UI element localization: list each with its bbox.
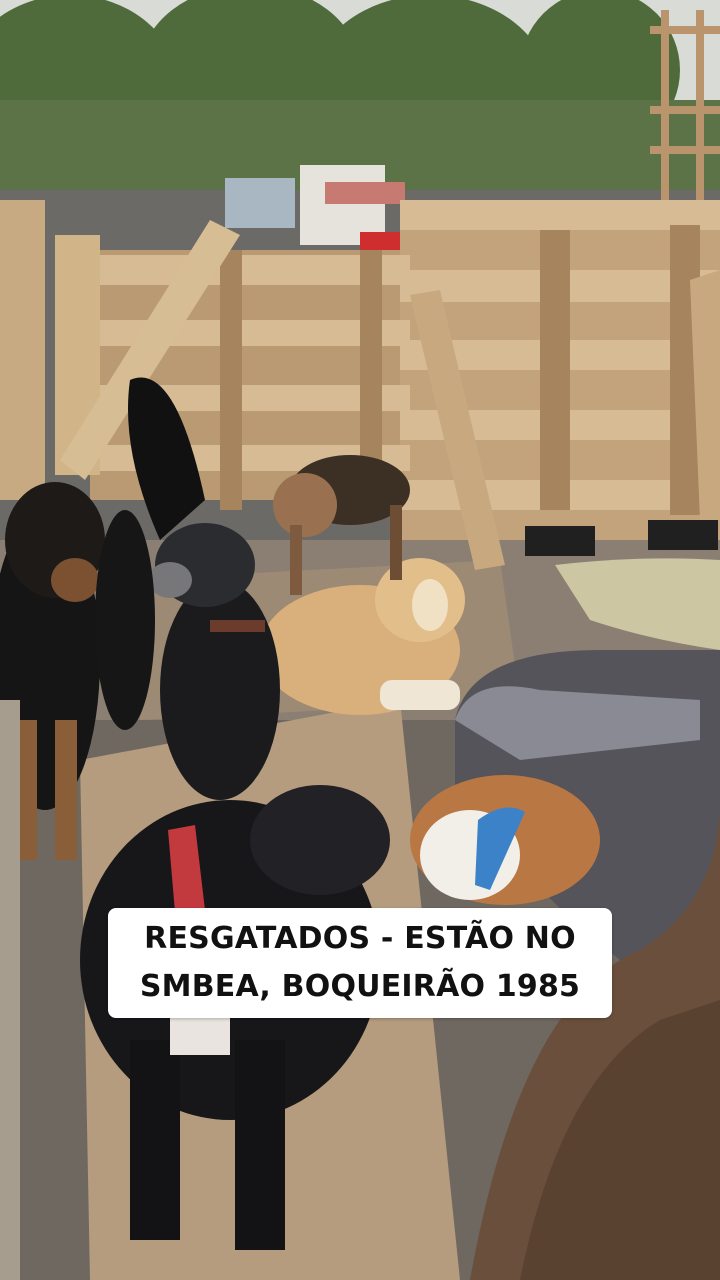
food-bowl (525, 526, 595, 556)
food-bowl (648, 520, 718, 550)
white-tan-dog (410, 775, 600, 905)
trees (0, 0, 720, 190)
photo-scene (0, 0, 720, 1280)
caption-box: RESGATADOS - ESTÃO NO SMBEA, BOQUEIRÃO 1… (108, 908, 612, 1018)
caption-line-1: RESGATADOS - ESTÃO NO (144, 921, 576, 956)
wall-edge (0, 700, 20, 1280)
caption-line-2: SMBEA, BOQUEIRÃO 1985 (139, 969, 581, 1004)
